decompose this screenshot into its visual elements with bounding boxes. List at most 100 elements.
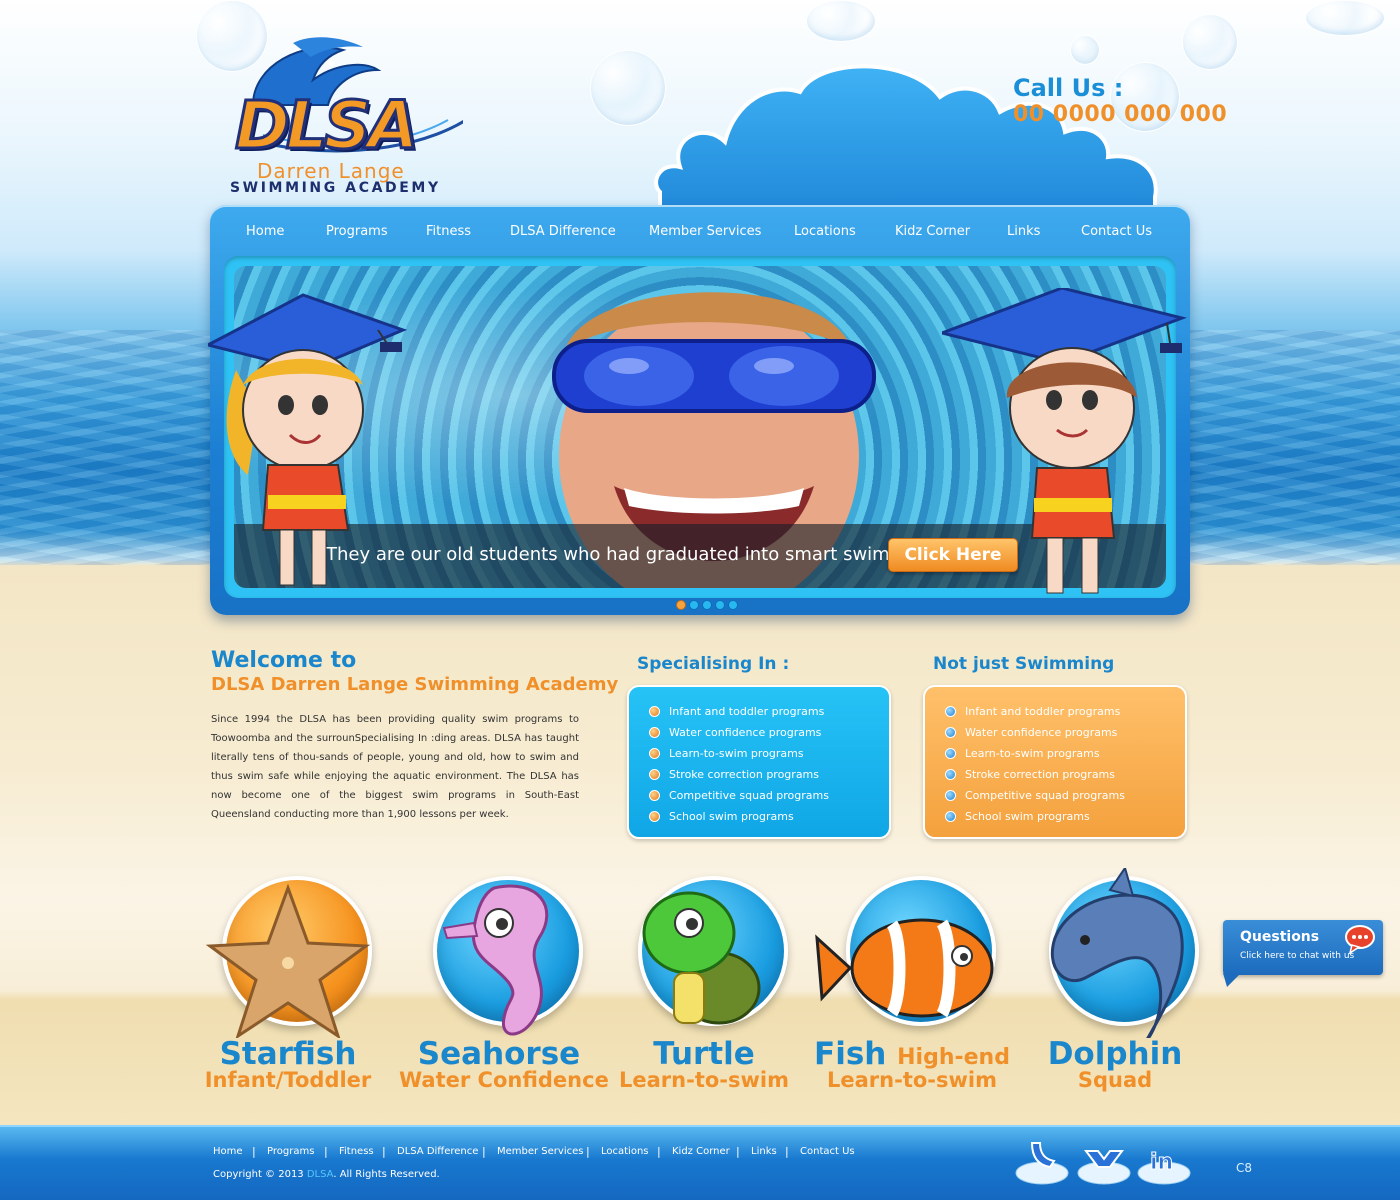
- slider-dot[interactable]: [715, 600, 725, 610]
- chat-title: Questions: [1240, 929, 1320, 945]
- svg-text:in: in: [1150, 1150, 1173, 1175]
- bullet-icon: [945, 748, 956, 759]
- level-name: Turtle: [653, 1036, 755, 1072]
- not-just-swimming-list-item[interactable]: Competitive squad programs: [965, 789, 1125, 802]
- specialising-list-item[interactable]: Learn-to-swim programs: [669, 747, 804, 760]
- specialising-list-item[interactable]: School swim programs: [669, 810, 794, 823]
- welcome-body-text: Since 1994 the DLSA has been providing q…: [211, 714, 579, 820]
- nav-home[interactable]: Home: [246, 224, 284, 239]
- footer-link[interactable]: Fitness: [339, 1146, 374, 1157]
- level-card-starfish[interactable]: Starfish Infant/Toddler: [188, 868, 388, 1108]
- not-just-swimming-list-item[interactable]: Water confidence programs: [965, 726, 1117, 739]
- bubble-decoration: [806, 0, 876, 42]
- graduate-boy-illustration: [942, 288, 1187, 594]
- footer-link[interactable]: Member Services: [497, 1146, 583, 1157]
- dolphin-icon: [1050, 868, 1184, 1038]
- footer-link[interactable]: DLSA Difference: [397, 1146, 478, 1157]
- specialising-list-item[interactable]: Stroke correction programs: [669, 768, 819, 781]
- bullet-icon: [945, 790, 956, 801]
- copyright-brand[interactable]: DLSA: [307, 1169, 333, 1180]
- footer-separator: |: [785, 1145, 789, 1158]
- nav-links[interactable]: Links: [1007, 224, 1040, 239]
- specialising-list-item[interactable]: Competitive squad programs: [669, 789, 829, 802]
- not-just-swimming-title: Not just Swimming: [933, 654, 1115, 674]
- slider-dot[interactable]: [689, 600, 699, 610]
- chat-subtitle: Click here to chat with us: [1240, 951, 1355, 961]
- level-name: Starfish: [219, 1036, 357, 1072]
- level-description: Squad: [1077, 1068, 1153, 1092]
- welcome-title: Welcome to: [211, 648, 357, 673]
- bubble-decoration: [1182, 14, 1238, 70]
- footer-separator: |: [482, 1145, 486, 1158]
- not-just-swimming-list-item[interactable]: School swim programs: [965, 810, 1090, 823]
- seahorse-icon: [442, 884, 549, 1036]
- slider-dot[interactable]: [728, 600, 738, 610]
- level-card-turtle[interactable]: Turtle Learn-to-swim: [604, 868, 804, 1108]
- call-us-label: Call Us :: [1013, 74, 1124, 102]
- footer-link[interactable]: Locations: [601, 1146, 649, 1157]
- level-description: Learn-to-swim: [619, 1068, 789, 1092]
- footer-separator: |: [324, 1145, 328, 1158]
- bullet-icon: [649, 769, 660, 780]
- turtle-icon: [642, 891, 761, 1025]
- level-card-dolphin[interactable]: Dolphin Squad: [1015, 868, 1215, 1108]
- footer-separator: |: [736, 1145, 740, 1158]
- bullet-icon: [945, 727, 956, 738]
- nav-programs[interactable]: Programs: [326, 224, 388, 239]
- slider-caption: They are our old students who had gradua…: [326, 544, 936, 565]
- level-description: Water Confidence: [399, 1068, 609, 1092]
- footer-link[interactable]: Programs: [267, 1146, 314, 1157]
- specialising-list-item[interactable]: Water confidence programs: [669, 726, 821, 739]
- level-name: Fish High-end: [814, 1036, 1010, 1072]
- nav-dlsa-difference[interactable]: DLSA Difference: [510, 224, 616, 239]
- bubble-decoration: [1305, 0, 1385, 36]
- slider-dot[interactable]: [702, 600, 712, 610]
- footer-link[interactable]: Contact Us: [800, 1146, 855, 1157]
- footer-link[interactable]: Kidz Corner: [672, 1146, 730, 1157]
- slider-dot[interactable]: [676, 600, 686, 610]
- level-description: Infant/Toddler: [204, 1068, 372, 1092]
- bullet-icon: [945, 769, 956, 780]
- level-name: Seahorse: [417, 1036, 581, 1072]
- not-just-swimming-list-item[interactable]: Learn-to-swim programs: [965, 747, 1100, 760]
- not-just-swimming-list: Infant and toddler programs Water confide…: [923, 685, 1187, 839]
- specialising-title: Specialising In :: [637, 654, 790, 674]
- bullet-icon: [649, 727, 660, 738]
- footer-link[interactable]: Home: [213, 1146, 243, 1157]
- copyright-text: Copyright © 2013 DLSA. All Rights Reserv…: [213, 1169, 440, 1180]
- linkedin-icon[interactable]: in: [1136, 1137, 1192, 1187]
- footer-separator: |: [252, 1145, 256, 1158]
- footer-separator: |: [657, 1145, 661, 1158]
- footer-link[interactable]: Links: [751, 1146, 777, 1157]
- yahoo-icon[interactable]: [1076, 1137, 1132, 1187]
- specialising-list-item[interactable]: Infant and toddler programs: [669, 705, 824, 718]
- twitter-icon[interactable]: [1014, 1137, 1070, 1187]
- bullet-icon: [945, 811, 956, 822]
- not-just-swimming-list-item[interactable]: Stroke correction programs: [965, 768, 1115, 781]
- level-card-fish[interactable]: Fish High-end Learn-to-swim: [812, 868, 1012, 1108]
- nav-kidz-corner[interactable]: Kidz Corner: [895, 224, 970, 239]
- phone-number[interactable]: 00 0000 000 000: [1013, 102, 1227, 127]
- specialising-list: Infant and toddler programs Water confide…: [627, 685, 891, 839]
- graduate-girl-illustration: [208, 293, 408, 586]
- site-footer: Home | Programs | Fitness | DLSA Difference | Me…: [0, 1125, 1400, 1200]
- version-label: C8: [1236, 1161, 1253, 1175]
- starfish-icon: [205, 883, 371, 1038]
- bullet-icon: [945, 706, 956, 717]
- site-logo[interactable]: DLSA Darren Lange SWIMMING ACADEMY: [205, 35, 470, 200]
- level-tag: High-end: [897, 1045, 1010, 1070]
- logo-wordmark: DLSA: [233, 86, 419, 166]
- level-description: Learn-to-swim: [827, 1068, 997, 1092]
- nav-contact-us[interactable]: Contact Us: [1081, 224, 1152, 239]
- nav-member-services[interactable]: Member Services: [649, 224, 761, 239]
- not-just-swimming-list-item[interactable]: Infant and toddler programs: [965, 705, 1120, 718]
- welcome-subtitle: DLSA Darren Lange Swimming Academy: [211, 674, 619, 695]
- footer-separator: |: [382, 1145, 386, 1158]
- chat-pointer-icon: [1223, 973, 1241, 987]
- bullet-icon: [649, 706, 660, 717]
- chat-widget-button[interactable]: Questions Click here to chat with us: [1223, 920, 1383, 987]
- level-name: Dolphin: [1047, 1036, 1183, 1072]
- nav-fitness[interactable]: Fitness: [426, 224, 471, 239]
- level-card-seahorse[interactable]: Seahorse Water Confidence: [399, 868, 609, 1108]
- nav-locations[interactable]: Locations: [794, 224, 856, 239]
